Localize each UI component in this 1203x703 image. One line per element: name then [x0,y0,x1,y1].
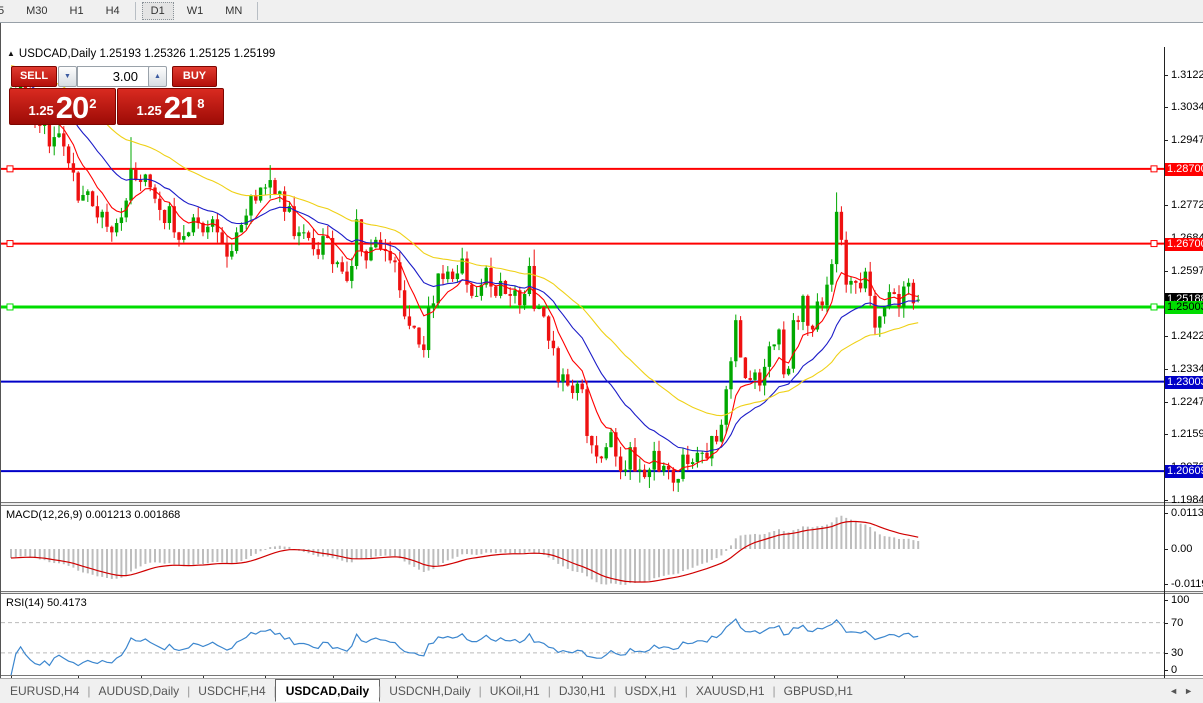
timeframe-M30[interactable]: M30 [17,2,56,20]
toolbar-separator [135,2,136,20]
rsi-axis-label: 30 [1171,647,1183,659]
axis-tick-label: 1.19845 [1171,494,1203,506]
tab-gbpusd-h1[interactable]: GBPUSD,H1 [774,681,863,701]
toolbar-separator [257,2,258,20]
macd-axis-label: 0.00 [1171,543,1192,555]
timeframe-H4[interactable]: H4 [97,2,129,20]
timeframe-W1[interactable]: W1 [178,2,213,20]
axis-tick [1164,434,1168,435]
tab-usdcnh-daily[interactable]: USDCNH,Daily [379,681,480,701]
axis-tick-label: 1.23345 [1171,363,1203,375]
axis-tick-label: 1.25970 [1171,265,1203,277]
price-level-tag: 1.20609 [1165,465,1203,478]
rsi-value: 50.4173 [47,597,87,609]
timeframe-5[interactable]: 5 [0,2,13,20]
tab-usdx-h1[interactable]: USDX,H1 [615,681,687,701]
axis-tick [1164,584,1168,585]
axis-tick [1164,653,1168,654]
trading-app: 5M30 H1H4 D1W1MN 1.31220 1.30345 1.29470 1.28… [0,0,1203,702]
buy-price-pipette: 8 [197,89,204,119]
price-level-tag: 1.28700 [1165,163,1203,176]
sell-price-pipette: 2 [89,89,96,119]
buy-price-major: 1.25 [136,100,161,122]
axis-tick-label: 1.21595 [1171,428,1203,440]
axis-tick [1164,600,1168,601]
axis-tick-label: 1.29470 [1171,134,1203,146]
axis-tick [1164,513,1168,514]
chart-symbol-icon: ▲ [7,49,15,58]
axis-tick-label: 1.24220 [1171,330,1203,342]
price-level-tag: 1.25003 [1165,301,1203,314]
macd-label: MACD(12,26,9) [6,509,82,521]
macd-values: 0.001213 0.001868 [85,509,180,521]
axis-tick [1164,500,1168,501]
timeframe-H1[interactable]: H1 [61,2,93,20]
timeframe-MN[interactable]: MN [216,2,251,20]
rsi-axis-label: 0 [1171,664,1177,676]
axis-tick [1164,205,1168,206]
tab-usdcad-daily[interactable]: USDCAD,Daily [275,679,380,702]
sell-button[interactable]: SELL [11,66,57,87]
axis-tick-label: 1.22470 [1171,396,1203,408]
axis-tick [1164,271,1168,272]
tab-scroll-arrows[interactable]: ◄► [1169,686,1199,696]
tab-dj30-h1[interactable]: DJ30,H1 [549,681,616,701]
chart-window: 1.312201.303451.294701.285951.277201.268… [0,23,1203,678]
tab-xauusd-h1[interactable]: XAUUSD,H1 [686,681,775,701]
axis-tick [1164,107,1168,108]
axis-tick [1164,336,1168,337]
macd-header: MACD(12,26,9) 0.001213 0.001868 [6,509,180,521]
pane-splitter-rsi[interactable] [1,591,1203,594]
chart-ohlc-values: 1.25193 1.25326 1.25125 1.25199 [99,48,275,60]
sell-price-pips: 20 [56,93,88,122]
sell-quote-button[interactable]: 1.25 20 2 [9,88,116,125]
price-level-tag: 1.23003 [1165,376,1203,389]
timeframe-D1[interactable]: D1 [142,2,174,20]
chart-title: ▲ USDCAD,Daily 1.25193 1.25326 1.25125 1.… [7,48,275,60]
rsi-header: RSI(14) 50.4173 [6,597,87,609]
axis-tick [1164,623,1168,624]
tab-ukoil-h1[interactable]: UKOil,H1 [480,681,550,701]
axis-tick-label: 1.27720 [1171,199,1203,211]
rsi-axis-label: 100 [1171,594,1189,606]
axis-tick [1164,549,1168,550]
rsi-label: RSI(14) [6,597,44,609]
axis-tick-label: 1.30345 [1171,101,1203,113]
symbol-tabbar: EURUSD,H4|AUDUSD,Daily|USDCHF,H4|USDCAD,… [0,678,1203,703]
tab-usdchf-h4[interactable]: USDCHF,H4 [188,681,275,701]
pane-splitter-macd[interactable] [1,502,1203,506]
rsi-axis-label: 70 [1171,617,1183,629]
axis-tick [1164,670,1168,671]
volume-decrease-button[interactable]: ▼ [58,66,77,87]
axis-tick [1164,75,1168,76]
tab-eurusd-h4[interactable]: EURUSD,H4 [0,681,89,701]
timeframe-toolbar: 5M30 H1H4 D1W1MN [0,0,1203,23]
price-level-tag: 1.26700 [1165,238,1203,251]
buy-quote-button[interactable]: 1.25 21 8 [117,88,224,125]
axis-tick [1164,369,1168,370]
buy-price-pips: 21 [164,93,196,122]
volume-input[interactable]: 3.00 [77,66,155,87]
sell-price-major: 1.25 [28,100,53,122]
macd-axis-label: 0.01135 [1171,507,1203,519]
tab-audusd-daily[interactable]: AUDUSD,Daily [88,681,189,701]
axis-tick-label: 1.31220 [1171,69,1203,81]
chart-symbol-label: USDCAD,Daily [19,48,96,60]
macd-axis-label: -0.01190 [1171,578,1203,590]
buy-button[interactable]: BUY [172,66,217,87]
volume-increase-button[interactable]: ▲ [148,66,167,87]
axis-tick [1164,140,1168,141]
rsi-chart[interactable] [1,594,1164,675]
axis-tick [1164,402,1168,403]
